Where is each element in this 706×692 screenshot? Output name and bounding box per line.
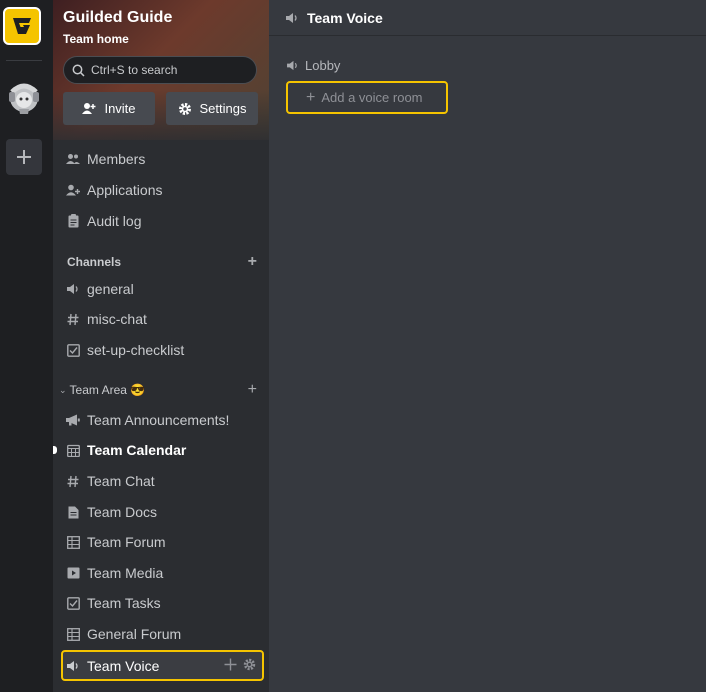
forum-icon: [66, 535, 80, 549]
channel-team-media[interactable]: Team Media: [63, 561, 263, 585]
channel-general-forum[interactable]: General Forum: [63, 622, 263, 646]
nav-audit-log-label: Audit log: [87, 213, 142, 229]
channel-team-tasks[interactable]: Team Tasks: [63, 591, 263, 615]
add-user-icon: [66, 183, 80, 197]
hash-icon: [66, 474, 80, 488]
channel-general-forum-label: General Forum: [87, 626, 182, 642]
channel-set-up-checklist-label: set-up-checklist: [87, 342, 185, 358]
channel-team-voice-row[interactable]: Team Voice: [63, 654, 243, 678]
guilded-logo-icon[interactable]: [3, 7, 41, 45]
checkbox-icon: [66, 343, 80, 357]
nav-members-label: Members: [87, 151, 146, 167]
add-server-button[interactable]: [6, 139, 42, 175]
nav-audit-log[interactable]: Audit log: [63, 209, 263, 233]
server-rail: [0, 0, 53, 692]
gear-icon: [178, 102, 191, 115]
channel-team-forum[interactable]: Team Forum: [63, 530, 263, 554]
channel-header: Team Voice: [269, 0, 706, 36]
channel-team-media-label: Team Media: [87, 565, 164, 581]
speaker-icon: [287, 60, 297, 71]
speaker-icon: [66, 659, 80, 673]
invite-label: Invite: [104, 101, 136, 116]
channel-team-tasks-label: Team Tasks: [87, 595, 161, 611]
settings-label: Settings: [199, 101, 247, 116]
clipboard-icon: [66, 214, 80, 228]
settings-button[interactable]: Settings: [166, 92, 258, 125]
search-icon: [72, 64, 85, 77]
rail-divider: [6, 60, 42, 61]
channels-heading-label: Channels: [67, 255, 122, 269]
channel-set-up-checklist[interactable]: set-up-checklist: [63, 338, 263, 362]
nav-applications[interactable]: Applications: [63, 178, 263, 202]
search-input[interactable]: Ctrl+S to search: [63, 56, 257, 84]
team-avatar-icon[interactable]: [4, 78, 44, 118]
checkbox-icon: [66, 596, 80, 610]
plus-icon: +: [306, 88, 316, 106]
plus-icon: [17, 150, 31, 164]
nav-applications-label: Applications: [87, 182, 163, 198]
main-panel: Team Voice Lobby + Add a voice room: [269, 0, 706, 692]
channel-team-docs-label: Team Docs: [87, 504, 158, 520]
add-team-channel-icon[interactable]: +: [248, 381, 257, 399]
gear-icon[interactable]: [243, 658, 256, 671]
media-icon: [66, 566, 80, 580]
channel-misc-chat[interactable]: misc-chat: [63, 307, 263, 331]
channel-team-voice-label: Team Voice: [87, 658, 160, 674]
channel-general[interactable]: general: [63, 277, 263, 301]
channel-team-announcements[interactable]: Team Announcements!: [63, 408, 263, 432]
add-voice-room-button[interactable]: + Add a voice room: [286, 81, 448, 114]
forum-icon: [66, 627, 80, 641]
active-indicator: [53, 446, 57, 454]
members-icon: [66, 152, 80, 166]
channel-team-docs[interactable]: Team Docs: [63, 500, 263, 524]
speaker-icon: [286, 12, 299, 24]
nav-members[interactable]: Members: [63, 147, 263, 171]
channel-general-label: general: [87, 281, 134, 297]
add-voice-room-label: Add a voice room: [321, 90, 423, 105]
team-name: Guilded Guide: [63, 9, 173, 26]
team-subtitle: Team home: [63, 32, 129, 46]
channel-team-voice[interactable]: Team Voice: [61, 650, 264, 681]
megaphone-icon: [66, 413, 80, 427]
channel-team-forum-label: Team Forum: [87, 534, 166, 550]
channel-team-calendar-label: Team Calendar: [87, 442, 187, 458]
chevron-down-icon: ⌄: [59, 384, 67, 395]
channel-actions: [224, 658, 256, 671]
add-channel-icon[interactable]: +: [248, 253, 257, 271]
channel-team-announcements-label: Team Announcements!: [87, 412, 230, 428]
search-placeholder: Ctrl+S to search: [91, 63, 178, 77]
team-area-heading[interactable]: ⌄ Team Area 😎 +: [59, 381, 257, 399]
add-user-icon: [82, 103, 96, 114]
voice-room-lobby[interactable]: Lobby: [287, 58, 340, 73]
channel-team-chat[interactable]: Team Chat: [63, 469, 263, 493]
channel-misc-chat-label: misc-chat: [87, 311, 147, 327]
team-area-heading-label: Team Area 😎: [69, 383, 146, 397]
channels-heading[interactable]: Channels +: [67, 253, 257, 271]
voice-room-lobby-label: Lobby: [305, 58, 341, 73]
document-icon: [66, 505, 80, 519]
hash-icon: [66, 312, 80, 326]
team-sidebar: Guilded Guide Team home Ctrl+S to search…: [53, 0, 269, 692]
invite-button[interactable]: Invite: [63, 92, 155, 125]
calendar-icon: [66, 443, 80, 457]
speaker-icon: [66, 282, 80, 296]
channel-title: Team Voice: [307, 9, 383, 26]
channel-team-chat-label: Team Chat: [87, 473, 155, 489]
channel-team-calendar[interactable]: Team Calendar: [63, 438, 263, 462]
plus-icon[interactable]: [224, 658, 237, 671]
